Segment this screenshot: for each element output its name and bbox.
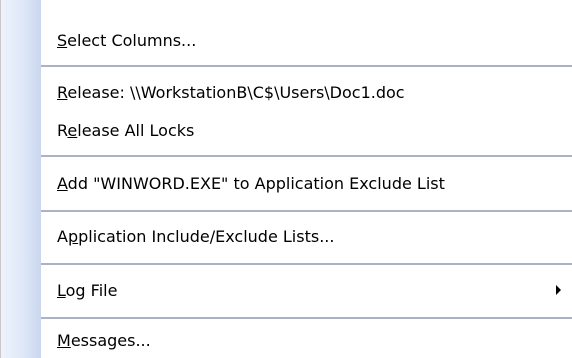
menu-item-label: Messages...: [57, 330, 151, 350]
menu-item-release-all-locks[interactable]: Release All Locks: [41, 110, 572, 150]
menu-separator: [41, 155, 572, 157]
menu-item-label: Application Include/Exclude Lists...: [57, 226, 335, 246]
menu-item-select-columns[interactable]: Select Columns...: [41, 18, 572, 62]
menu-item-messages[interactable]: Messages...: [41, 322, 572, 358]
menu-item-add-to-exclude-list[interactable]: Add "WINWORD.EXE" to Application Exclude…: [41, 160, 572, 206]
context-menu: Select Columns... Release: \\Workstation…: [0, 0, 572, 358]
menu-item-log-file[interactable]: Log File: [41, 268, 572, 312]
menu-item-label: Release: \\WorkstationB\C$\Users\Doc1.do…: [57, 82, 405, 102]
menu-separator: [41, 210, 572, 212]
menu-separator: [41, 317, 572, 319]
menu-item-application-lists[interactable]: Application Include/Exclude Lists...: [41, 214, 572, 258]
submenu-arrow-icon: [543, 268, 572, 312]
menu-item-label: Select Columns...: [57, 30, 197, 50]
menu-separator: [41, 263, 572, 265]
menu-separator: [41, 65, 572, 67]
menu-item-label: Release All Locks: [57, 120, 195, 140]
menu-item-release-file[interactable]: Release: \\WorkstationB\C$\Users\Doc1.do…: [41, 74, 572, 110]
menu-icon-gutter: [1, 0, 41, 358]
menu-item-label: Add "WINWORD.EXE" to Application Exclude…: [57, 173, 445, 193]
menu-item-label: Log File: [57, 280, 118, 300]
